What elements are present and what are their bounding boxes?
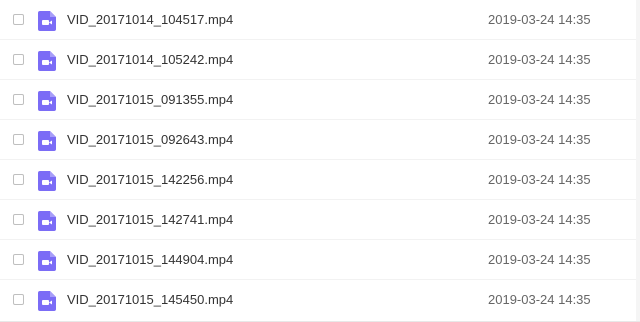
file-name[interactable]: VID_20171015_142741.mp4 [67, 212, 233, 227]
video-file-icon [38, 251, 56, 271]
file-modified-date: 2019-03-24 14:35 [488, 132, 591, 147]
file-name[interactable]: VID_20171015_145450.mp4 [67, 292, 233, 307]
video-file-icon [38, 291, 56, 311]
file-modified-date: 2019-03-24 14:35 [488, 292, 591, 307]
file-modified-date: 2019-03-24 14:35 [488, 92, 591, 107]
file-row[interactable]: VID_20171015_144904.mp4 2019-03-24 14:35 [0, 240, 640, 280]
file-row[interactable]: VID_20171015_142256.mp4 2019-03-24 14:35 [0, 160, 640, 200]
row-checkbox[interactable] [13, 254, 24, 265]
video-file-icon [38, 131, 56, 151]
row-checkbox[interactable] [13, 174, 24, 185]
row-checkbox[interactable] [13, 54, 24, 65]
scrollbar[interactable] [636, 0, 640, 322]
file-row[interactable]: VID_20171015_092643.mp4 2019-03-24 14:35 [0, 120, 640, 160]
row-checkbox[interactable] [13, 134, 24, 145]
file-list: VID_20171014_104517.mp4 2019-03-24 14:35… [0, 0, 640, 322]
video-file-icon [38, 11, 56, 31]
file-name[interactable]: VID_20171015_091355.mp4 [67, 92, 233, 107]
file-row[interactable]: VID_20171015_091355.mp4 2019-03-24 14:35… [0, 80, 640, 120]
file-name[interactable]: VID_20171015_142256.mp4 [67, 172, 233, 187]
file-modified-date: 2019-03-24 14:35 [488, 12, 591, 27]
file-modified-date: 2019-03-24 14:35 [488, 212, 591, 227]
file-modified-date: 2019-03-24 14:35 [488, 52, 591, 67]
file-name[interactable]: VID_20171014_105242.mp4 [67, 52, 233, 67]
video-file-icon [38, 91, 56, 111]
row-checkbox[interactable] [13, 294, 24, 305]
row-checkbox[interactable] [13, 214, 24, 225]
row-checkbox[interactable] [13, 14, 24, 25]
file-modified-date: 2019-03-24 14:35 [488, 172, 591, 187]
video-file-icon [38, 171, 56, 191]
file-row[interactable]: VID_20171015_145450.mp4 2019-03-24 14:35 [0, 280, 640, 320]
file-row[interactable]: VID_20171014_105242.mp4 2019-03-24 14:35 [0, 40, 640, 80]
row-checkbox[interactable] [13, 94, 24, 105]
file-row[interactable]: VID_20171015_142741.mp4 2019-03-24 14:35 [0, 200, 640, 240]
video-file-icon [38, 211, 56, 231]
file-modified-date: 2019-03-24 14:35 [488, 252, 591, 267]
file-name[interactable]: VID_20171015_092643.mp4 [67, 132, 233, 147]
video-file-icon [38, 51, 56, 71]
file-name[interactable]: VID_20171015_144904.mp4 [67, 252, 233, 267]
file-row[interactable]: VID_20171014_104517.mp4 2019-03-24 14:35 [0, 0, 640, 40]
file-name[interactable]: VID_20171014_104517.mp4 [67, 12, 233, 27]
